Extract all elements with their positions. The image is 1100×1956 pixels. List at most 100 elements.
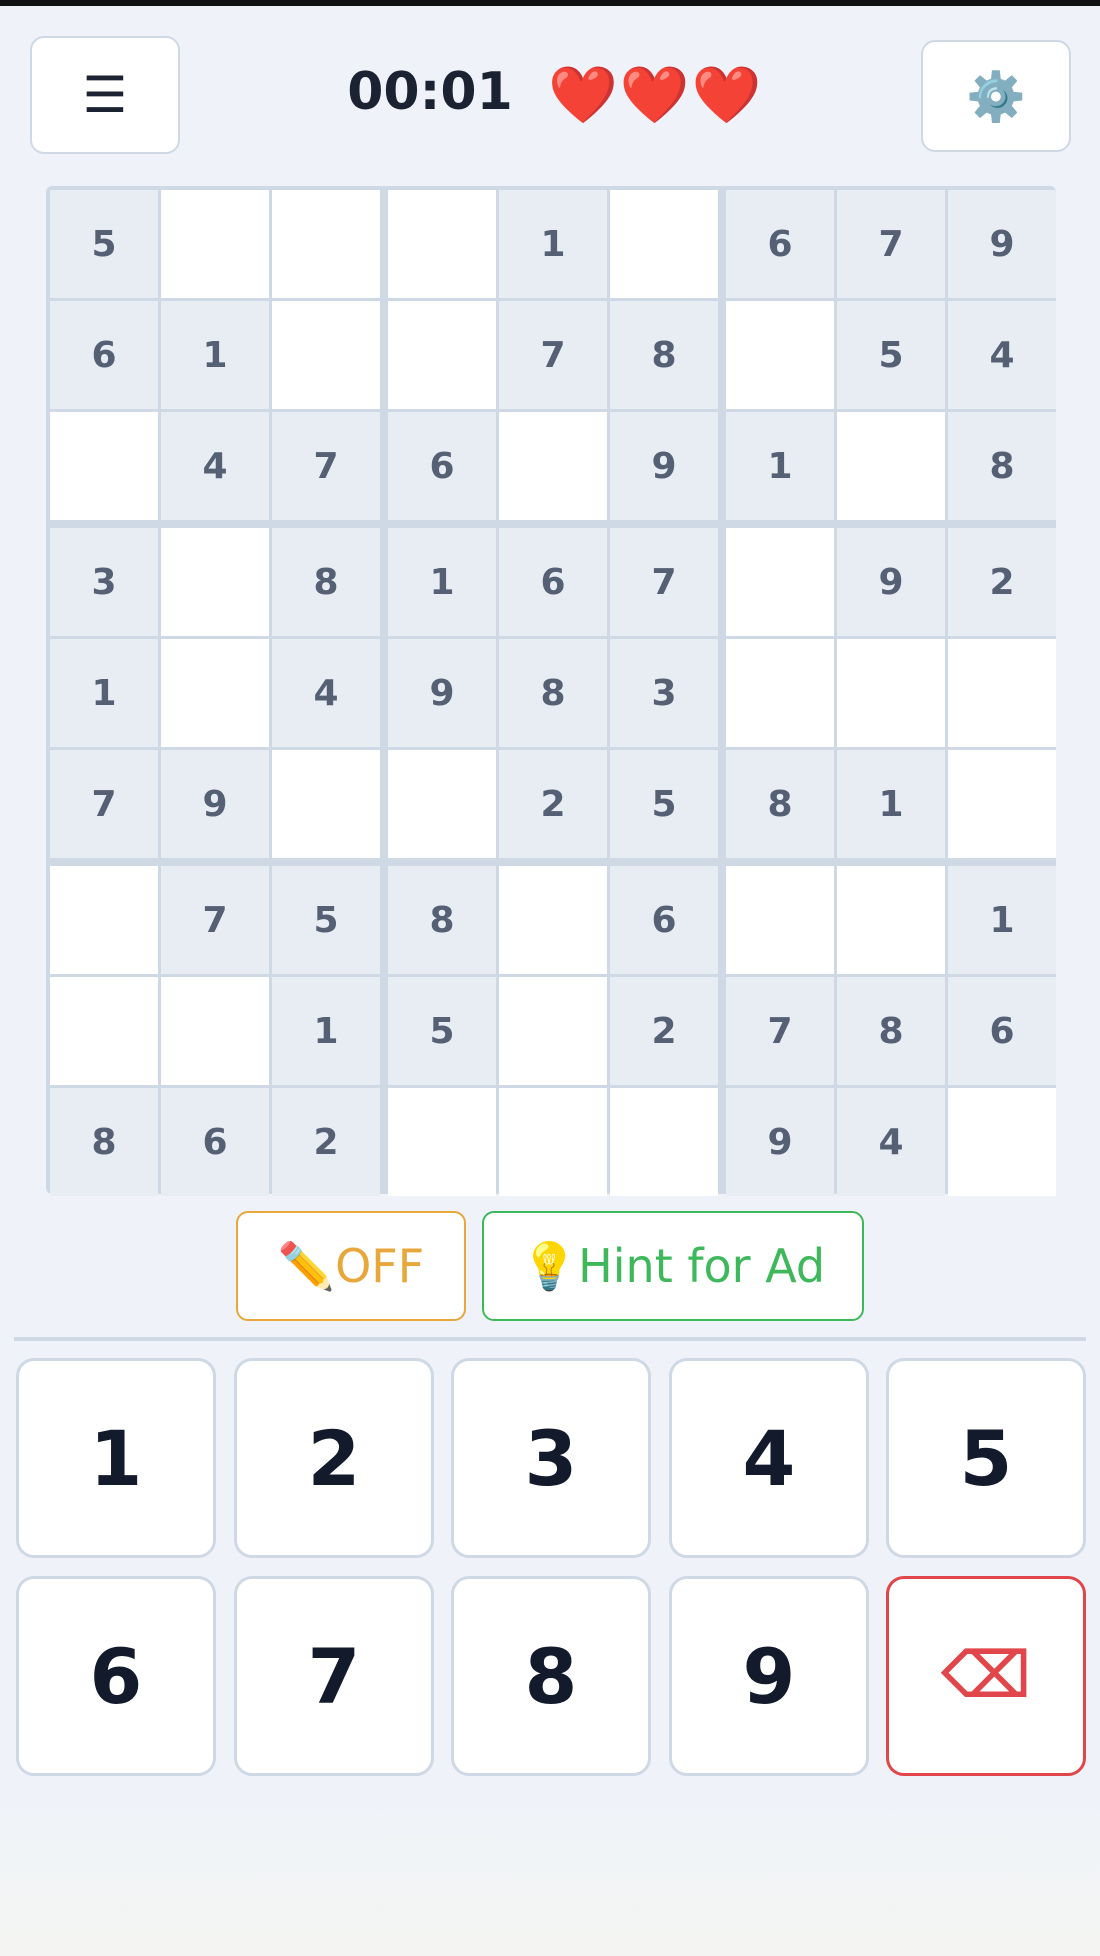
- pencil-mode-label: ✏️OFF: [277, 1238, 425, 1293]
- sudoku-cell-r2c2[interactable]: 1: [161, 301, 269, 409]
- sudoku-cell-r6c6[interactable]: 5: [610, 750, 718, 858]
- sudoku-cell-r3c7[interactable]: 1: [726, 412, 834, 520]
- sudoku-cell-r8c4[interactable]: 5: [388, 977, 496, 1085]
- sudoku-cell-r9c6[interactable]: [610, 1088, 718, 1196]
- sudoku-cell-r7c7[interactable]: [726, 866, 834, 974]
- sudoku-cell-r9c2[interactable]: 6: [161, 1088, 269, 1196]
- sudoku-cell-r3c2[interactable]: 4: [161, 412, 269, 520]
- sudoku-cell-r6c4[interactable]: [388, 750, 496, 858]
- heart-icon: ❤️: [691, 63, 762, 128]
- sudoku-cell-r1c1[interactable]: 5: [50, 190, 158, 298]
- sudoku-cell-r1c3[interactable]: [272, 190, 380, 298]
- sudoku-cell-r3c6[interactable]: 9: [610, 412, 718, 520]
- sudoku-cell-r2c9[interactable]: 4: [948, 301, 1056, 409]
- sudoku-cell-r5c4[interactable]: 9: [388, 639, 496, 747]
- sudoku-cell-r4c8[interactable]: 9: [837, 528, 945, 636]
- menu-button[interactable]: ☰: [30, 36, 180, 154]
- sudoku-cell-r6c8[interactable]: 1: [837, 750, 945, 858]
- sudoku-cell-r5c9[interactable]: [948, 639, 1056, 747]
- sudoku-cell-r6c1[interactable]: 7: [50, 750, 158, 858]
- sudoku-cell-r3c1[interactable]: [50, 412, 158, 520]
- sudoku-cell-r5c2[interactable]: [161, 639, 269, 747]
- sudoku-cell-r2c8[interactable]: 5: [837, 301, 945, 409]
- sudoku-cell-r2c5[interactable]: 7: [499, 301, 607, 409]
- sudoku-cell-r6c2[interactable]: 9: [161, 750, 269, 858]
- sudoku-cell-r6c9[interactable]: [948, 750, 1056, 858]
- sudoku-cell-r1c8[interactable]: 7: [837, 190, 945, 298]
- sudoku-cell-r1c7[interactable]: 6: [726, 190, 834, 298]
- sudoku-cell-r5c5[interactable]: 8: [499, 639, 607, 747]
- sudoku-cell-r6c3[interactable]: [272, 750, 380, 858]
- sudoku-cell-r4c3[interactable]: 8: [272, 528, 380, 636]
- sudoku-cell-r8c7[interactable]: 7: [726, 977, 834, 1085]
- sudoku-cell-r8c9[interactable]: 6: [948, 977, 1056, 1085]
- sudoku-cell-r4c2[interactable]: [161, 528, 269, 636]
- sudoku-cell-r7c3[interactable]: 5: [272, 866, 380, 974]
- numpad-key-5[interactable]: 5: [886, 1358, 1086, 1558]
- sudoku-cell-r7c1[interactable]: [50, 866, 158, 974]
- numpad-key-3[interactable]: 3: [451, 1358, 651, 1558]
- sudoku-cell-r3c9[interactable]: 8: [948, 412, 1056, 520]
- sudoku-cell-r3c4[interactable]: 6: [388, 412, 496, 520]
- numpad-key-9[interactable]: 9: [669, 1576, 869, 1776]
- sudoku-cell-r4c7[interactable]: [726, 528, 834, 636]
- sudoku-cell-r4c9[interactable]: 2: [948, 528, 1056, 636]
- numpad-key-2[interactable]: 2: [234, 1358, 434, 1558]
- sudoku-cell-r1c2[interactable]: [161, 190, 269, 298]
- sudoku-cell-r4c6[interactable]: 7: [610, 528, 718, 636]
- sudoku-cell-r1c4[interactable]: [388, 190, 496, 298]
- sudoku-cell-r8c1[interactable]: [50, 977, 158, 1085]
- sudoku-cell-r8c3[interactable]: 1: [272, 977, 380, 1085]
- numpad-key-6[interactable]: 6: [16, 1576, 216, 1776]
- sudoku-cell-r9c9[interactable]: [948, 1088, 1056, 1196]
- sudoku-cell-r5c3[interactable]: 4: [272, 639, 380, 747]
- hint-for-ad-button[interactable]: 💡Hint for Ad: [482, 1211, 864, 1321]
- numpad-key-4[interactable]: 4: [669, 1358, 869, 1558]
- sudoku-cell-r2c3[interactable]: [272, 301, 380, 409]
- sudoku-cell-r8c6[interactable]: 2: [610, 977, 718, 1085]
- sudoku-cell-r5c1[interactable]: 1: [50, 639, 158, 747]
- sudoku-cell-r4c4[interactable]: 1: [388, 528, 496, 636]
- sudoku-cell-r2c7[interactable]: [726, 301, 834, 409]
- sudoku-cell-r5c6[interactable]: 3: [610, 639, 718, 747]
- sudoku-cell-r3c3[interactable]: 7: [272, 412, 380, 520]
- sudoku-cell-r4c5[interactable]: 6: [499, 528, 607, 636]
- numpad-key-1[interactable]: 1: [16, 1358, 216, 1558]
- heart-icon: ❤️: [548, 63, 618, 128]
- sudoku-cell-r9c1[interactable]: 8: [50, 1088, 158, 1196]
- pencil-mode-toggle[interactable]: ✏️OFF: [236, 1211, 466, 1321]
- settings-button[interactable]: ⚙️: [921, 40, 1071, 152]
- bottom-area: [0, 1800, 1100, 1956]
- sudoku-cell-r7c5[interactable]: [499, 866, 607, 974]
- sudoku-cell-r3c5[interactable]: [499, 412, 607, 520]
- sudoku-cell-r2c6[interactable]: 8: [610, 301, 718, 409]
- sudoku-cell-r6c7[interactable]: 8: [726, 750, 834, 858]
- sudoku-cell-r9c5[interactable]: [499, 1088, 607, 1196]
- sudoku-cell-r2c4[interactable]: [388, 301, 496, 409]
- erase-button[interactable]: ⌫: [886, 1576, 1086, 1776]
- sudoku-cell-r9c3[interactable]: 2: [272, 1088, 380, 1196]
- sudoku-cell-r7c9[interactable]: 1: [948, 866, 1056, 974]
- sudoku-cell-r7c8[interactable]: [837, 866, 945, 974]
- sudoku-cell-r9c4[interactable]: [388, 1088, 496, 1196]
- sudoku-cell-r2c1[interactable]: 6: [50, 301, 158, 409]
- sudoku-cell-r9c7[interactable]: 9: [726, 1088, 834, 1196]
- hint-button-label: 💡Hint for Ad: [520, 1238, 826, 1293]
- sudoku-cell-r8c5[interactable]: [499, 977, 607, 1085]
- sudoku-cell-r1c6[interactable]: [610, 190, 718, 298]
- sudoku-cell-r5c8[interactable]: [837, 639, 945, 747]
- sudoku-cell-r1c5[interactable]: 1: [499, 190, 607, 298]
- numpad-key-8[interactable]: 8: [451, 1576, 651, 1776]
- sudoku-cell-r6c5[interactable]: 2: [499, 750, 607, 858]
- sudoku-cell-r9c8[interactable]: 4: [837, 1088, 945, 1196]
- sudoku-cell-r7c6[interactable]: 6: [610, 866, 718, 974]
- sudoku-cell-r4c1[interactable]: 3: [50, 528, 158, 636]
- sudoku-cell-r7c4[interactable]: 8: [388, 866, 496, 974]
- sudoku-cell-r5c7[interactable]: [726, 639, 834, 747]
- sudoku-cell-r3c8[interactable]: [837, 412, 945, 520]
- sudoku-cell-r8c2[interactable]: [161, 977, 269, 1085]
- sudoku-cell-r7c2[interactable]: 7: [161, 866, 269, 974]
- sudoku-cell-r1c9[interactable]: 9: [948, 190, 1056, 298]
- numpad-key-7[interactable]: 7: [234, 1576, 434, 1776]
- sudoku-cell-r8c8[interactable]: 8: [837, 977, 945, 1085]
